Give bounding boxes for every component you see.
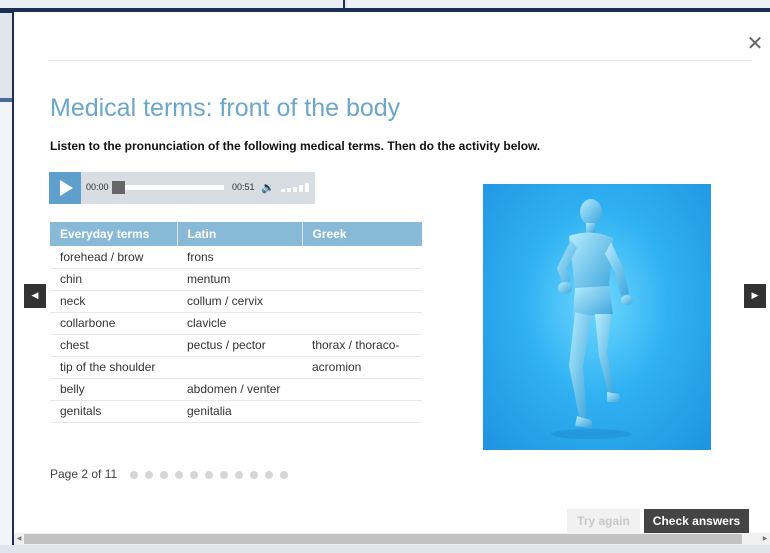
scroll-left-arrow-icon[interactable]: ◀	[14, 533, 24, 545]
cell-greek	[302, 290, 422, 313]
pagination-dot[interactable]	[205, 471, 213, 479]
pagination-dot[interactable]	[190, 471, 198, 479]
cell-latin: genitalia	[177, 400, 302, 423]
cell-everyday: forehead / brow	[50, 246, 177, 269]
table-header-row: Everyday terms Latin Greek	[50, 222, 422, 246]
cell-latin: pectus / pector	[177, 334, 302, 357]
cell-latin: clavicle	[177, 312, 302, 335]
audio-player: 00:00 00:51 🔉	[49, 172, 315, 204]
column-header-everyday: Everyday terms	[50, 222, 178, 246]
cell-everyday: collarbone	[50, 312, 177, 335]
cell-greek	[302, 246, 422, 269]
page-indicator: Page 2 of 11	[50, 467, 118, 481]
table-row: collarbone clavicle	[50, 312, 422, 335]
pagination-dot[interactable]	[160, 471, 168, 479]
cell-greek	[302, 378, 422, 401]
scrollbar-thumb[interactable]	[24, 534, 742, 544]
running-man-anatomy-image	[483, 184, 711, 450]
table-row: chin mentum	[50, 268, 422, 291]
pagination-dot[interactable]	[265, 471, 273, 479]
column-header-latin: Latin	[177, 222, 303, 246]
pagination-dot[interactable]	[145, 471, 153, 479]
try-again-button[interactable]: Try again	[567, 509, 640, 534]
check-answers-button[interactable]: Check answers	[644, 509, 749, 534]
next-page-icon[interactable]: ▶	[744, 284, 766, 308]
page-title: Medical terms: front of the body	[50, 94, 401, 122]
table-row: genitals genitalia	[50, 400, 422, 423]
pagination-dot[interactable]	[175, 471, 183, 479]
cell-everyday: chest	[50, 334, 177, 357]
cell-latin: mentum	[177, 268, 302, 291]
volume-level-bar	[281, 189, 285, 192]
cell-greek	[302, 400, 422, 423]
pagination-dot[interactable]	[130, 471, 138, 479]
cell-greek	[302, 268, 422, 291]
cell-everyday: chin	[50, 268, 177, 291]
horizontal-scrollbar[interactable]: ◀ ▶	[14, 533, 770, 545]
volume-level-bar	[287, 188, 291, 192]
activity-modal: ✕ Medical terms: front of the body Liste…	[12, 12, 770, 553]
cell-everyday: genitals	[50, 400, 177, 423]
bottom-edge	[0, 545, 770, 553]
table-row: belly abdomen / venter	[50, 378, 422, 401]
cell-everyday: belly	[50, 378, 177, 401]
header-divider	[48, 60, 752, 61]
pagination-dot[interactable]	[250, 471, 258, 479]
column-header-greek: Greek	[302, 222, 422, 246]
cell-greek: acromion	[302, 356, 422, 379]
pagination-dot[interactable]	[220, 471, 228, 479]
pagination-dot[interactable]	[235, 471, 243, 479]
cell-greek: thorax / thoraco-	[302, 334, 422, 357]
play-icon[interactable]	[49, 172, 81, 204]
cell-latin: collum / cervix	[177, 290, 302, 313]
cell-latin	[177, 356, 302, 379]
running-figure-illustration	[551, 199, 633, 439]
current-time: 00:00	[86, 182, 109, 192]
audio-progress-handle[interactable]	[112, 181, 125, 194]
cell-everyday: neck	[50, 290, 177, 313]
audio-progress-bar[interactable]	[112, 181, 224, 194]
table-row: chest pectus / pector thorax / thoraco-	[50, 334, 422, 357]
cell-latin: abdomen / venter	[177, 378, 302, 401]
volume-level-bar	[293, 187, 297, 192]
pagination-dot[interactable]	[280, 471, 288, 479]
close-icon[interactable]: ✕	[746, 33, 764, 53]
volume-level-bar	[299, 185, 303, 192]
instructions-text: Listen to the pronunciation of the follo…	[50, 139, 541, 153]
cell-greek	[302, 312, 422, 335]
terms-table: Everyday terms Latin Greek forehead / br…	[50, 222, 422, 423]
table-row: neck collum / cervix	[50, 290, 422, 313]
scroll-right-arrow-icon[interactable]: ▶	[760, 533, 770, 545]
volume-slider[interactable]	[281, 183, 311, 192]
speaker-icon[interactable]: 🔉	[261, 181, 275, 194]
volume-level-bar	[305, 183, 309, 192]
cell-latin: frons	[177, 246, 302, 269]
duration-time: 00:51	[232, 182, 255, 192]
table-row: forehead / brow frons	[50, 246, 422, 269]
cell-everyday: tip of the shoulder	[50, 356, 177, 379]
previous-page-icon[interactable]: ◀	[24, 284, 46, 308]
table-row: tip of the shoulder acromion	[50, 356, 422, 379]
